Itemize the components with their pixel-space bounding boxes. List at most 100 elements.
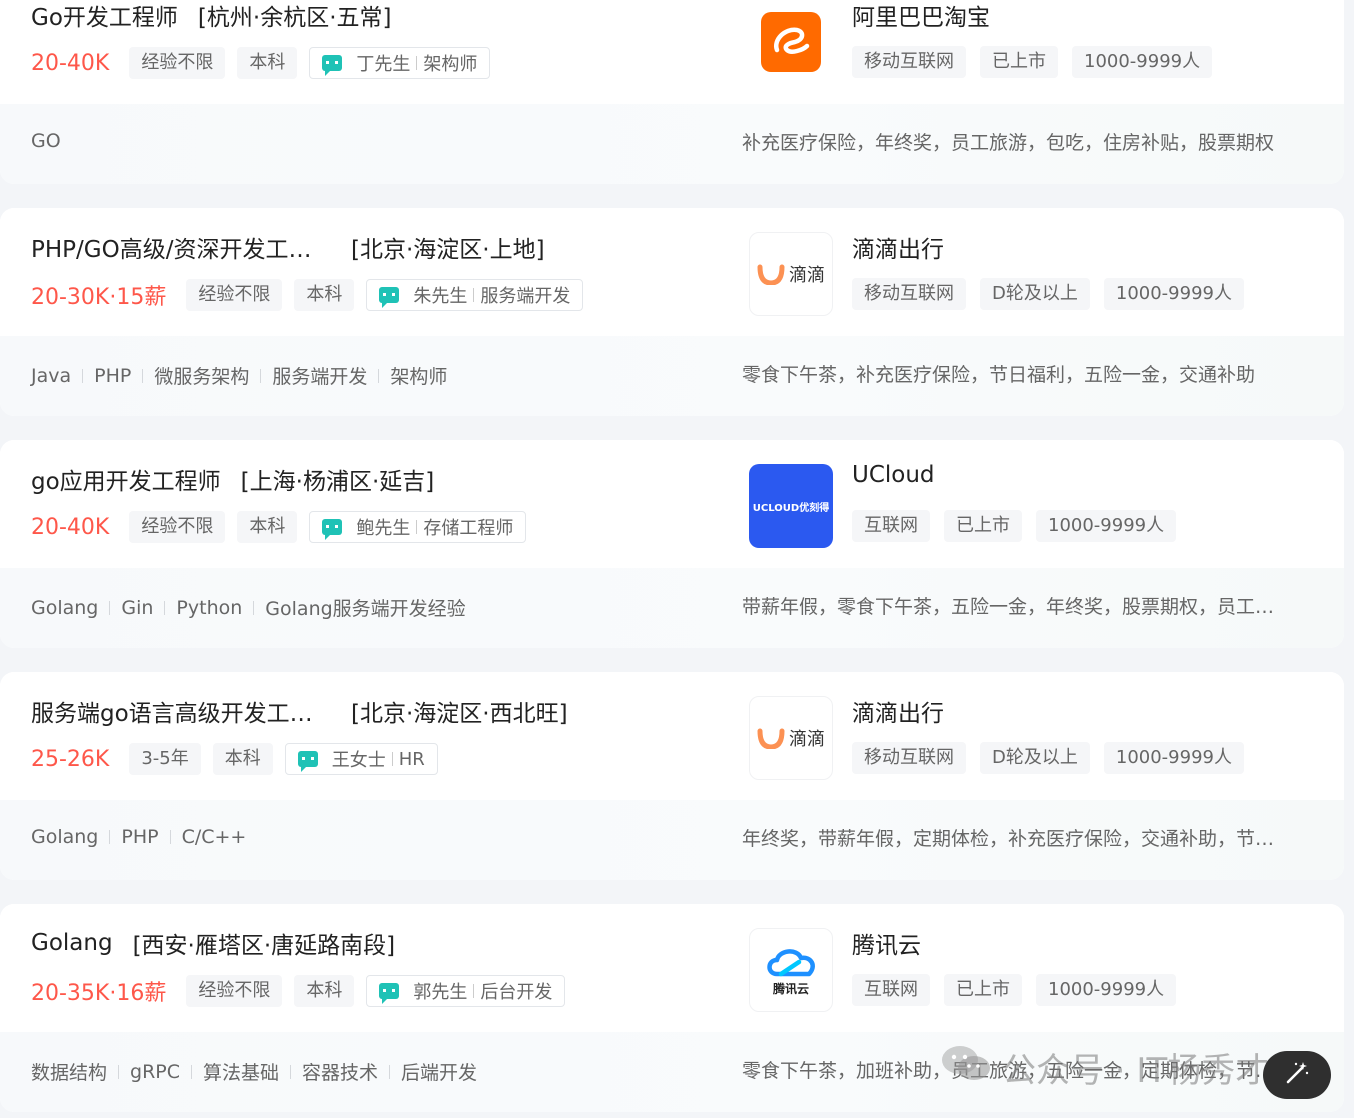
job-tag: 本科 xyxy=(237,511,298,543)
skill-divider xyxy=(253,600,255,615)
company-tag: 已上市 xyxy=(980,46,1058,78)
company-name-link[interactable]: 滴滴出行 xyxy=(852,230,944,264)
job-title-link[interactable]: 服务端go语言高级开发工程师 [北京·海淀区·西北旺] xyxy=(31,694,568,728)
company-tag: 1000-9999人 xyxy=(1036,510,1177,542)
job-info-row: 25-26K 3-5年 本科 王女士 HR xyxy=(31,743,438,775)
skill-divider xyxy=(260,368,262,383)
job-title-link[interactable]: Go开发工程师 [杭州·余杭区·五常] xyxy=(31,0,391,32)
company-tags: 移动互联网 已上市 1000-9999人 xyxy=(852,46,1226,78)
job-card[interactable]: 服务端go语言高级开发工程师 [北京·海淀区·西北旺] 25-26K 3-5年 本科 王女… xyxy=(0,672,1344,880)
salary: 20-35K·16薪 xyxy=(31,981,167,1006)
boss-title: 服务端开发 xyxy=(480,286,571,307)
company-tags: 移动互联网 D轮及以上 1000-9999人 xyxy=(852,742,1258,774)
skill-divider xyxy=(142,368,144,383)
skill-tag: 容器技术 xyxy=(302,1062,379,1084)
salary: 20-40K xyxy=(31,514,110,540)
job-area: [西安·雁塔区·唐延路南段] xyxy=(132,933,396,959)
welfare-text: 年终奖，带薪年假，定期体检，补充医疗保险，交通补助，节日福利 xyxy=(742,828,1282,850)
didi-logo[interactable]: 滴滴 xyxy=(749,696,833,780)
boss-divider xyxy=(473,288,475,302)
boss-divider xyxy=(473,984,475,998)
job-info-row: 20-30K·15薪 经验不限 本科 朱先生 服务端开发 xyxy=(31,279,584,311)
company-name-link[interactable]: 阿里巴巴淘宝 xyxy=(852,0,990,32)
boss-title: 架构师 xyxy=(423,54,478,75)
job-tag: 经验不限 xyxy=(129,47,226,79)
skill-divider xyxy=(118,1064,120,1079)
boss-chat-button[interactable]: 丁先生 架构师 xyxy=(309,47,491,79)
job-card[interactable]: Go开发工程师 [杭州·余杭区·五常] 20-40K 经验不限 本科 丁先生 架构师 阿里巴巴… xyxy=(0,0,1344,184)
skill-tag: 架构师 xyxy=(390,366,448,388)
job-title-link[interactable]: Golang [西安·雁塔区·唐延路南段] xyxy=(31,926,395,960)
skill-tag: PHP xyxy=(94,364,132,387)
skill-divider xyxy=(389,1064,391,1079)
job-info-row: 20-40K 经验不限 本科 鲍先生 存储工程师 xyxy=(31,511,527,543)
ucloud-logo[interactable]: UCLOUD优刻得 xyxy=(749,464,833,548)
boss-name: 鲍先生 xyxy=(356,518,411,539)
company-tag: 互联网 xyxy=(852,974,930,1006)
boss-divider xyxy=(391,752,393,766)
job-card-header: 服务端go语言高级开发工程师 [北京·海淀区·西北旺] 25-26K 3-5年 本科 王女… xyxy=(0,672,1344,800)
job-card[interactable]: go应用开发工程师 [上海·杨浦区·延吉] 20-40K 经验不限 本科 鲍先生 存储工程师… xyxy=(0,440,1344,648)
boss-chat-button[interactable]: 郭先生 后台开发 xyxy=(366,975,566,1007)
skill-divider xyxy=(109,830,111,844)
welfare-text: 补充医疗保险，年终奖，员工旅游，包吃，住房补贴，股票期权 xyxy=(742,132,1275,154)
skill-tag: C/C++ xyxy=(181,826,247,848)
company-tag: 互联网 xyxy=(852,510,930,542)
skill-tag: Golang服务端开发经验 xyxy=(265,598,466,620)
boss-title: 后台开发 xyxy=(480,982,553,1003)
job-title-link[interactable]: PHP/GO高级/资深开发工程师 [北京·海淀区·上地] xyxy=(31,230,545,264)
job-card[interactable]: PHP/GO高级/资深开发工程师 [北京·海淀区·上地] 20-30K·15薪 经验不… xyxy=(0,208,1344,416)
chat-icon xyxy=(322,55,343,76)
company-tag: 移动互联网 xyxy=(852,278,966,310)
job-title-link[interactable]: go应用开发工程师 [上海·杨浦区·延吉] xyxy=(31,462,434,496)
magic-wand-button[interactable] xyxy=(1263,1051,1331,1099)
company-name-link[interactable]: 滴滴出行 xyxy=(852,694,944,728)
tencent-cloud-logo[interactable]: 腾讯云 xyxy=(749,928,833,1012)
chat-icon xyxy=(297,751,318,772)
skill-tag: GO xyxy=(31,130,61,152)
skill-tag: 算法基础 xyxy=(203,1062,280,1084)
didi-logo-text: 滴滴 xyxy=(789,729,825,750)
company-name-link[interactable]: 腾讯云 xyxy=(852,926,921,960)
boss-title: 存储工程师 xyxy=(423,518,514,539)
company-name-link[interactable]: UCloud xyxy=(852,462,935,488)
skill-tag: 后端开发 xyxy=(401,1062,478,1084)
skill-tag: Golang xyxy=(31,596,99,619)
boss-chat-button[interactable]: 鲍先生 存储工程师 xyxy=(309,511,527,543)
job-card[interactable]: Golang [西安·雁塔区·唐延路南段] 20-35K·16薪 经验不限 本科 郭先生后… xyxy=(0,904,1344,1112)
job-tag: 经验不限 xyxy=(186,975,283,1007)
chat-icon xyxy=(379,287,400,308)
skill-list: Golang PHP C/C++ xyxy=(31,826,246,848)
job-info-row: 20-40K 经验不限 本科 丁先生 架构师 xyxy=(31,47,491,79)
job-card-footer: 数据结构 gRPC 算法基础 容器技术 后端开发 零食下午茶，加班补助，员工旅游，五险一金… xyxy=(0,1032,1344,1112)
job-tag: 本科 xyxy=(294,279,355,311)
skill-divider xyxy=(164,600,166,615)
boss-name: 朱先生 xyxy=(413,286,468,307)
job-tag: 本科 xyxy=(212,743,273,775)
skill-tag: Gin xyxy=(121,596,154,619)
company-tags: 移动互联网 D轮及以上 1000-9999人 xyxy=(852,278,1258,310)
job-tag: 3-5年 xyxy=(129,743,201,775)
company-tag: 1000-9999人 xyxy=(1036,974,1177,1006)
job-card-footer: GO 补充医疗保险，年终奖，员工旅游，包吃，住房补贴，股票期权 xyxy=(0,104,1344,184)
boss-divider xyxy=(416,520,418,534)
company-tag: 1000-9999人 xyxy=(1072,46,1213,78)
job-area: [上海·杨浦区·延吉] xyxy=(240,469,435,495)
salary: 25-26K xyxy=(31,746,110,772)
welfare-text: 零食下午茶，加班补助，员工旅游，五险一金，定期体检，节日福利 xyxy=(742,1060,1282,1082)
alibaba-logo[interactable] xyxy=(749,0,833,84)
job-name: Go开发工程师 xyxy=(31,5,178,31)
job-card-footer: Golang PHP C/C++ 年终奖，带薪年假，定期体检，补充医疗保险，交通补助，… xyxy=(0,800,1344,880)
salary: 20-30K·15薪 xyxy=(31,285,167,310)
job-tag: 本科 xyxy=(237,47,298,79)
boss-chat-button[interactable]: 朱先生 服务端开发 xyxy=(366,279,584,311)
job-card-header: Golang [西安·雁塔区·唐延路南段] 20-35K·16薪 经验不限 本科 郭先生后… xyxy=(0,904,1344,1032)
skill-tag: Golang xyxy=(31,826,99,848)
job-info-row: 20-35K·16薪 经验不限 本科 郭先生 后台开发 xyxy=(31,975,566,1007)
chat-icon xyxy=(379,983,400,1004)
didi-logo[interactable]: 滴滴 xyxy=(749,232,833,316)
boss-chat-button[interactable]: 王女士 HR xyxy=(284,743,438,775)
job-tag: 本科 xyxy=(294,975,355,1007)
company-tag: 已上市 xyxy=(944,510,1022,542)
skill-tag: 服务端开发 xyxy=(272,366,368,388)
